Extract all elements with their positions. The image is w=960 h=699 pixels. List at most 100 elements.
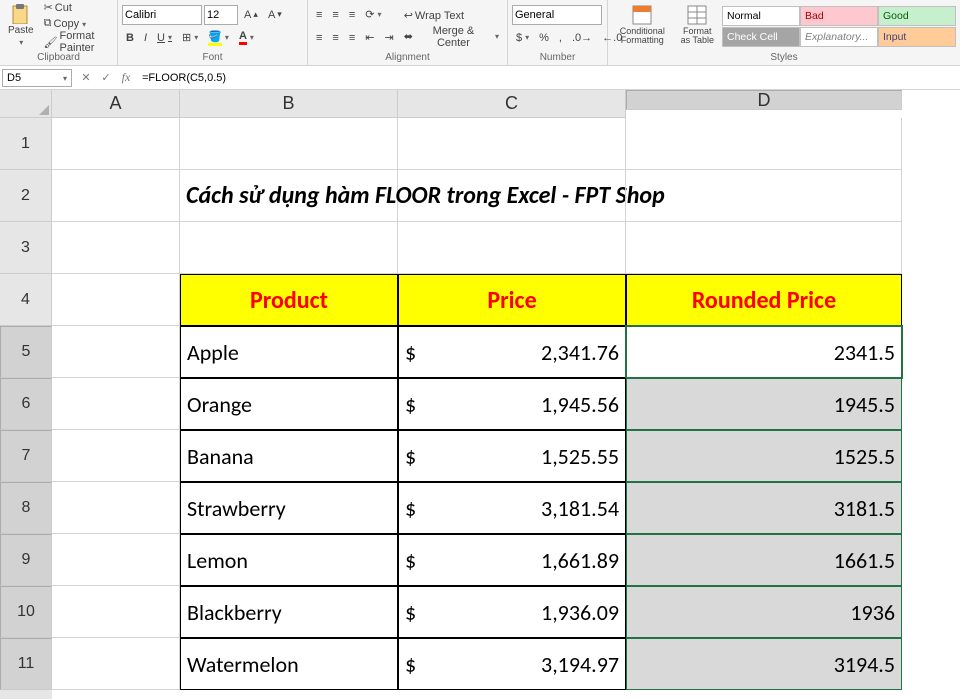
- cell[interactable]: [52, 430, 180, 482]
- wrap-text-button[interactable]: ↩Wrap Text: [400, 6, 503, 26]
- row-header[interactable]: 11: [0, 638, 52, 690]
- cell[interactable]: [626, 170, 902, 222]
- cell-product[interactable]: Watermelon: [180, 638, 398, 690]
- insert-function-button[interactable]: fx: [116, 68, 136, 88]
- style-bad[interactable]: Bad: [800, 6, 878, 26]
- cell[interactable]: [52, 326, 180, 378]
- increase-font-button[interactable]: A▴: [240, 5, 262, 25]
- copy-button[interactable]: ⧉Copy: [40, 16, 113, 31]
- cell[interactable]: [52, 482, 180, 534]
- align-bottom-button[interactable]: ≡: [345, 5, 359, 25]
- cell-rounded-active[interactable]: 2341.5: [626, 326, 902, 378]
- name-box[interactable]: D5: [2, 69, 72, 87]
- number-format-select[interactable]: [512, 5, 602, 25]
- cell[interactable]: [52, 118, 180, 170]
- cell[interactable]: [398, 118, 626, 170]
- col-header[interactable]: B: [180, 90, 398, 118]
- merge-center-button[interactable]: ⬌Merge & Center: [400, 27, 503, 47]
- align-middle-button[interactable]: ≡: [328, 5, 342, 25]
- cell[interactable]: [52, 638, 180, 690]
- cell-product[interactable]: Banana: [180, 430, 398, 482]
- style-explanatory[interactable]: Explanatory...: [800, 27, 878, 47]
- font-size-select[interactable]: [204, 5, 238, 25]
- cell-product[interactable]: Blackberry: [180, 586, 398, 638]
- increase-indent-button[interactable]: ⇥: [380, 28, 397, 48]
- cell[interactable]: [180, 222, 398, 274]
- align-top-button[interactable]: ≡: [312, 5, 326, 25]
- cancel-formula-button[interactable]: ✕: [76, 68, 96, 88]
- cell-price[interactable]: $3,194.97: [398, 638, 626, 690]
- borders-button[interactable]: ⊞: [178, 28, 202, 48]
- cell-price[interactable]: $1,945.56: [398, 378, 626, 430]
- cell[interactable]: [180, 118, 398, 170]
- cut-button[interactable]: ✂Cut: [40, 0, 113, 15]
- orientation-button[interactable]: ⟳: [361, 5, 385, 25]
- decrease-indent-button[interactable]: ⇤: [361, 28, 378, 48]
- style-input[interactable]: Input: [878, 27, 956, 47]
- increase-decimal-button[interactable]: .0→: [568, 28, 596, 48]
- header-price[interactable]: Price: [398, 274, 626, 326]
- row-header[interactable]: 6: [0, 378, 52, 430]
- row-header[interactable]: 1: [0, 118, 52, 170]
- font-color-button[interactable]: A: [235, 28, 258, 48]
- cell[interactable]: [52, 170, 180, 222]
- cell-price[interactable]: $1,661.89: [398, 534, 626, 586]
- enter-formula-button[interactable]: ✓: [96, 68, 116, 88]
- cell-product[interactable]: Apple: [180, 326, 398, 378]
- row-header[interactable]: 3: [0, 222, 52, 274]
- formula-input[interactable]: [138, 68, 960, 88]
- header-rounded[interactable]: Rounded Price: [626, 274, 902, 326]
- cell[interactable]: [52, 222, 180, 274]
- header-product[interactable]: Product: [180, 274, 398, 326]
- cell-price[interactable]: $1,936.09: [398, 586, 626, 638]
- cell-rounded[interactable]: 1945.5: [626, 378, 902, 430]
- italic-button[interactable]: I: [140, 28, 151, 48]
- align-left-button[interactable]: ≡: [312, 28, 326, 48]
- percent-button[interactable]: %: [535, 28, 553, 48]
- row-header[interactable]: 10: [0, 586, 52, 638]
- cell-price[interactable]: $3,181.54: [398, 482, 626, 534]
- cell[interactable]: [52, 378, 180, 430]
- style-check-cell[interactable]: Check Cell: [722, 27, 800, 47]
- cell-product[interactable]: Lemon: [180, 534, 398, 586]
- align-center-button[interactable]: ≡: [328, 28, 342, 48]
- cell-title[interactable]: Cách sử dụng hàm FLOOR trong Excel - FPT…: [180, 170, 398, 222]
- col-header[interactable]: C: [398, 90, 626, 118]
- style-good[interactable]: Good: [878, 6, 956, 26]
- cell[interactable]: [52, 274, 180, 326]
- cell[interactable]: [398, 222, 626, 274]
- cell-price[interactable]: $1,525.55: [398, 430, 626, 482]
- cell[interactable]: [398, 170, 626, 222]
- conditional-formatting-button[interactable]: Conditional Formatting: [612, 2, 673, 50]
- row-header[interactable]: 5: [0, 326, 52, 378]
- paste-button[interactable]: Paste: [4, 2, 38, 50]
- decrease-font-button[interactable]: A▾: [264, 5, 286, 25]
- row-header[interactable]: 7: [0, 430, 52, 482]
- style-normal[interactable]: Normal: [722, 6, 800, 26]
- col-header[interactable]: D: [626, 90, 902, 110]
- cell-price[interactable]: $2,341.76: [398, 326, 626, 378]
- row-header[interactable]: 9: [0, 534, 52, 586]
- cell-rounded[interactable]: 1525.5: [626, 430, 902, 482]
- fill-color-button[interactable]: 🪣: [204, 28, 233, 48]
- bold-button[interactable]: B: [122, 28, 138, 48]
- cell-product[interactable]: Orange: [180, 378, 398, 430]
- cell[interactable]: [626, 118, 902, 170]
- col-header[interactable]: A: [52, 90, 180, 118]
- font-name-select[interactable]: [122, 5, 202, 25]
- align-right-button[interactable]: ≡: [345, 28, 359, 48]
- underline-button[interactable]: U: [153, 28, 176, 48]
- row-header[interactable]: 2: [0, 170, 52, 222]
- cell-styles-gallery[interactable]: Normal Bad Good Check Cell Explanatory..…: [722, 2, 956, 50]
- cell-product[interactable]: Strawberry: [180, 482, 398, 534]
- format-painter-button[interactable]: 🖌Format Painter: [40, 32, 113, 52]
- cell[interactable]: [52, 586, 180, 638]
- cell-rounded[interactable]: 3181.5: [626, 482, 902, 534]
- cell[interactable]: [626, 222, 902, 274]
- cell-rounded[interactable]: 1936: [626, 586, 902, 638]
- row-header[interactable]: 4: [0, 274, 52, 326]
- cell-rounded[interactable]: 1661.5: [626, 534, 902, 586]
- cell[interactable]: [52, 534, 180, 586]
- comma-button[interactable]: ,: [555, 28, 566, 48]
- row-header[interactable]: 8: [0, 482, 52, 534]
